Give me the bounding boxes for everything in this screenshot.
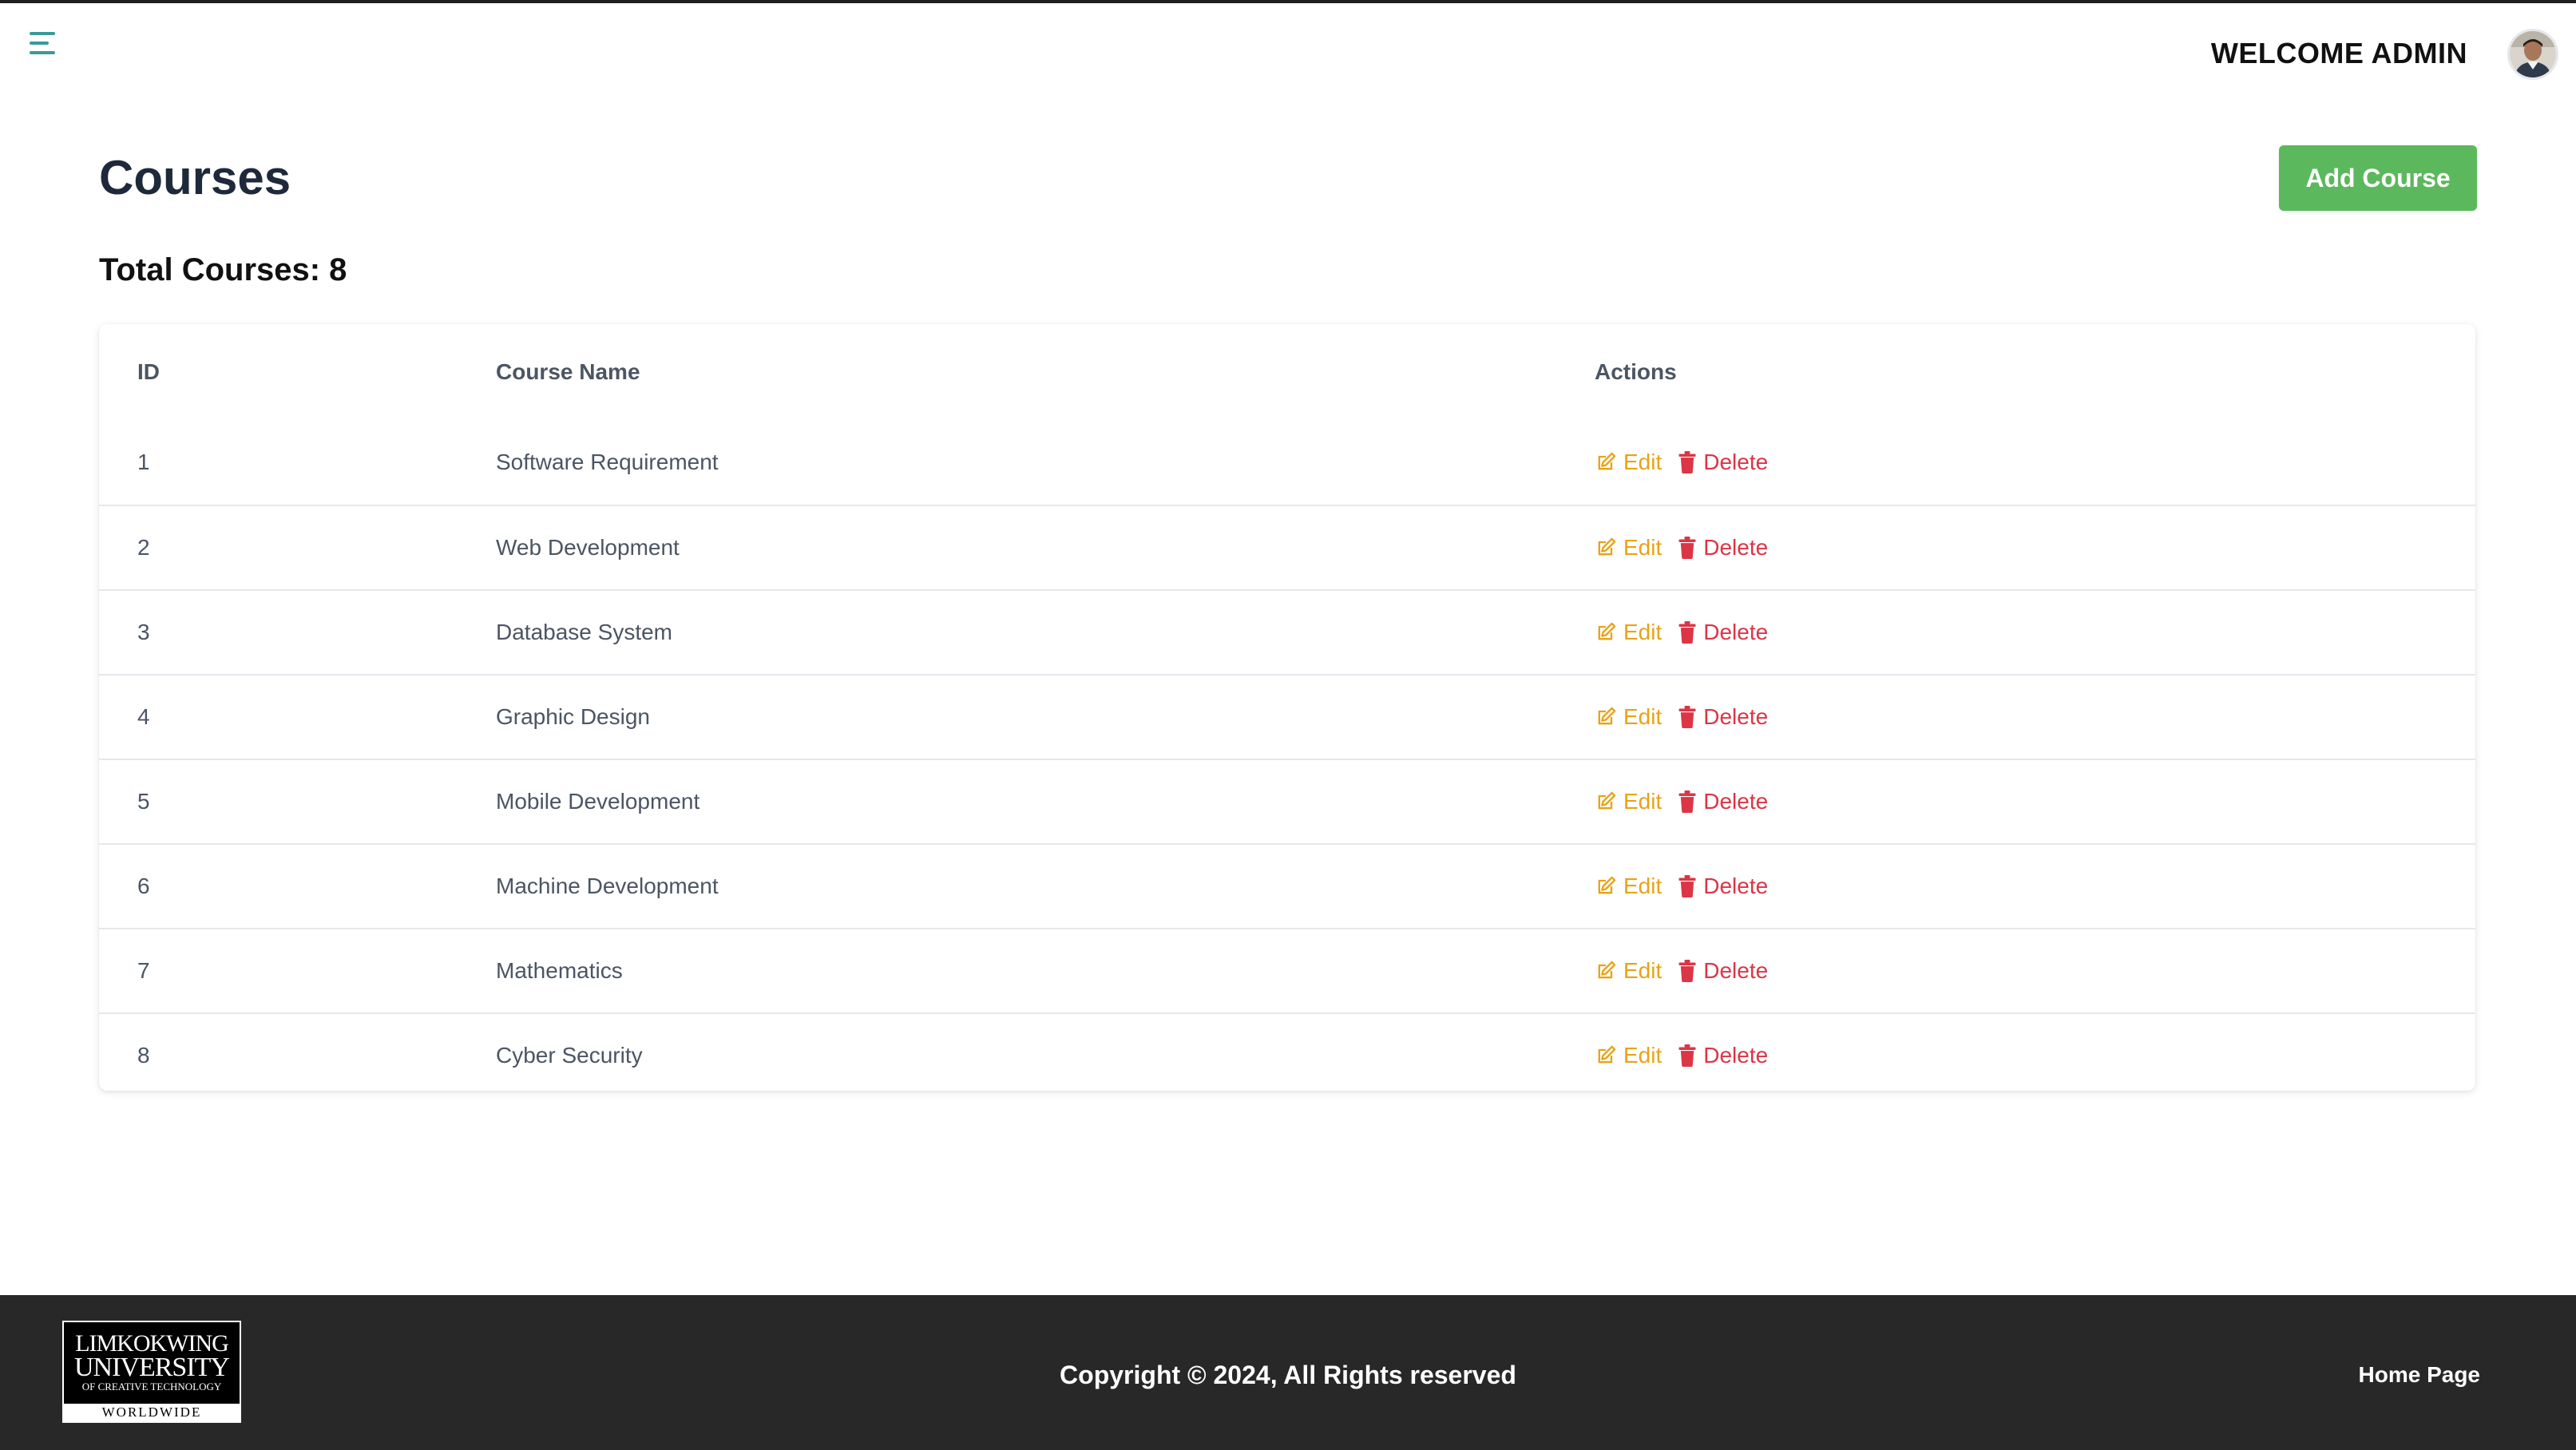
delete-label: Delete bbox=[1703, 789, 1769, 814]
trash-icon bbox=[1678, 790, 1696, 813]
table-row: 5 Mobile Development Edit Delete bbox=[99, 759, 2475, 843]
row-actions: Edit Delete bbox=[1595, 591, 1768, 674]
row-actions: Edit Delete bbox=[1595, 929, 1768, 1012]
delete-button[interactable]: Delete bbox=[1678, 535, 1768, 561]
course-name: Web Development bbox=[496, 535, 680, 560]
edit-button[interactable]: Edit bbox=[1595, 958, 1662, 984]
edit-button[interactable]: Edit bbox=[1595, 789, 1662, 814]
row-actions: Edit Delete bbox=[1595, 1014, 1768, 1091]
course-id: 1 bbox=[137, 450, 150, 474]
delete-label: Delete bbox=[1703, 704, 1769, 729]
user-avatar[interactable] bbox=[2507, 29, 2558, 80]
row-actions: Edit Delete bbox=[1595, 760, 1768, 843]
edit-button[interactable]: Edit bbox=[1595, 620, 1662, 645]
edit-label: Edit bbox=[1623, 874, 1663, 898]
edit-button[interactable]: Edit bbox=[1595, 1043, 1662, 1068]
course-name: Software Requirement bbox=[496, 450, 719, 474]
edit-label: Edit bbox=[1623, 620, 1663, 644]
edit-button[interactable]: Edit bbox=[1595, 535, 1662, 561]
edit-label: Edit bbox=[1623, 535, 1663, 560]
delete-label: Delete bbox=[1703, 620, 1769, 644]
edit-icon bbox=[1598, 452, 1616, 470]
course-id: 7 bbox=[137, 958, 150, 983]
welcome-text: WELCOME ADMIN bbox=[2210, 37, 2467, 69]
edit-icon bbox=[1598, 876, 1616, 894]
column-header-id: ID bbox=[137, 359, 160, 384]
course-name: Mathematics bbox=[496, 958, 623, 983]
courses-table: ID Course Name Actions 1 Software Require… bbox=[99, 324, 2475, 1091]
course-id: 4 bbox=[137, 704, 150, 729]
table-row: 4 Graphic Design Edit Delete bbox=[99, 674, 2475, 759]
delete-button[interactable]: Delete bbox=[1678, 704, 1768, 730]
column-header-actions: Actions bbox=[1595, 359, 1677, 384]
edit-icon bbox=[1598, 622, 1616, 640]
table-row: 8 Cyber Security Edit Delete bbox=[99, 1012, 2475, 1091]
footer: LIMKOKWING UNIVERSITY OF CREATIVE TECHNO… bbox=[0, 1295, 2576, 1450]
course-name: Machine Development bbox=[496, 874, 719, 898]
delete-label: Delete bbox=[1703, 1043, 1769, 1068]
row-actions: Edit Delete bbox=[1595, 420, 1768, 505]
trash-icon bbox=[1678, 451, 1696, 473]
table-row: 6 Machine Development Edit Delete bbox=[99, 843, 2475, 928]
row-actions: Edit Delete bbox=[1595, 506, 1768, 589]
course-name: Database System bbox=[496, 620, 672, 644]
delete-label: Delete bbox=[1703, 450, 1769, 474]
delete-button[interactable]: Delete bbox=[1678, 789, 1768, 814]
delete-button[interactable]: Delete bbox=[1678, 1043, 1768, 1068]
table-row: 7 Mathematics Edit Delete bbox=[99, 928, 2475, 1012]
edit-label: Edit bbox=[1623, 789, 1663, 814]
table-row: 1 Software Requirement Edit Delete bbox=[99, 420, 2475, 505]
trash-icon bbox=[1678, 1044, 1696, 1067]
delete-button[interactable]: Delete bbox=[1678, 620, 1768, 645]
edit-button[interactable]: Edit bbox=[1595, 450, 1662, 475]
delete-label: Delete bbox=[1703, 535, 1769, 560]
edit-label: Edit bbox=[1623, 958, 1663, 983]
course-id: 5 bbox=[137, 789, 150, 814]
table-row: 3 Database System Edit Delete bbox=[99, 589, 2475, 674]
edit-icon bbox=[1598, 961, 1616, 979]
logo-line-4: WORLDWIDE bbox=[64, 1404, 240, 1421]
table-body: 1 Software Requirement Edit Delete 2 Web Deve… bbox=[99, 420, 2475, 1091]
edit-label: Edit bbox=[1623, 704, 1663, 729]
total-courses-count: Total Courses: 8 bbox=[99, 252, 347, 287]
delete-button[interactable]: Delete bbox=[1678, 450, 1768, 475]
trash-icon bbox=[1678, 537, 1696, 559]
hamburger-menu-icon[interactable] bbox=[27, 27, 59, 59]
trash-icon bbox=[1678, 960, 1696, 982]
course-id: 8 bbox=[137, 1043, 150, 1068]
edit-icon bbox=[1598, 1045, 1616, 1064]
table-row: 2 Web Development Edit Delete bbox=[99, 505, 2475, 589]
row-actions: Edit Delete bbox=[1595, 845, 1768, 928]
edit-button[interactable]: Edit bbox=[1595, 704, 1662, 730]
add-course-button[interactable]: Add Course bbox=[2279, 145, 2477, 211]
trash-icon bbox=[1678, 621, 1696, 644]
course-id: 2 bbox=[137, 535, 150, 560]
table-header-row: ID Course Name Actions bbox=[99, 324, 2475, 420]
column-header-course-name: Course Name bbox=[496, 359, 640, 384]
edit-label: Edit bbox=[1623, 450, 1663, 474]
course-name: Mobile Development bbox=[496, 789, 700, 814]
course-name: Graphic Design bbox=[496, 704, 650, 729]
page-title: Courses bbox=[99, 151, 291, 204]
edit-icon bbox=[1598, 791, 1616, 810]
delete-button[interactable]: Delete bbox=[1678, 874, 1768, 899]
edit-label: Edit bbox=[1623, 1043, 1663, 1068]
course-id: 3 bbox=[137, 620, 150, 644]
trash-icon bbox=[1678, 706, 1696, 728]
delete-label: Delete bbox=[1703, 958, 1769, 983]
top-navbar: WELCOME ADMIN bbox=[0, 3, 2576, 107]
course-name: Cyber Security bbox=[496, 1043, 643, 1068]
trash-icon bbox=[1678, 875, 1696, 897]
edit-icon bbox=[1598, 707, 1616, 725]
delete-label: Delete bbox=[1703, 874, 1769, 898]
home-page-link[interactable]: Home Page bbox=[2359, 1362, 2481, 1388]
course-id: 6 bbox=[137, 874, 150, 898]
delete-button[interactable]: Delete bbox=[1678, 958, 1768, 984]
copyright-text: Copyright © 2024, All Rights reserved bbox=[1060, 1361, 1516, 1389]
edit-button[interactable]: Edit bbox=[1595, 874, 1662, 899]
edit-icon bbox=[1598, 537, 1616, 556]
row-actions: Edit Delete bbox=[1595, 675, 1768, 759]
